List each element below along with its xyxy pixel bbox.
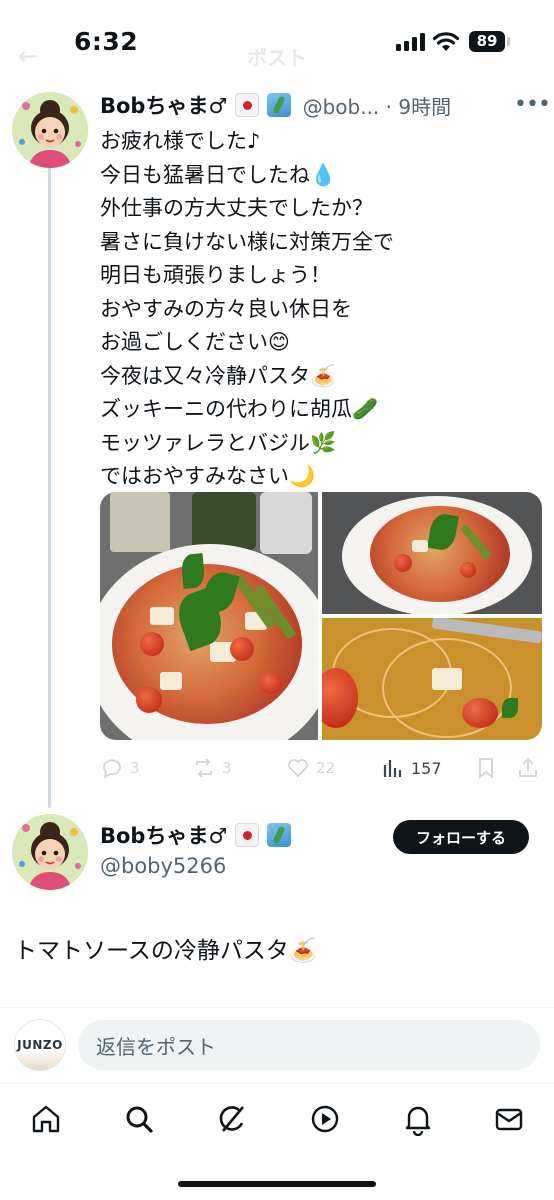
bottle [192,492,256,550]
tweet-line: 外仕事の方大丈夫でしたか？ [100,196,373,220]
like-button[interactable]: 22 [286,754,335,782]
tomato [136,687,162,713]
media-grid [100,492,542,740]
messages-icon [495,1108,523,1131]
more-options-icon[interactable]: ••• [514,92,551,117]
repost-count: 3 [222,759,232,777]
reply-count: 3 [130,759,140,777]
heart-icon [288,759,308,778]
tweet-line: おやすみの方々良い休日を [100,296,352,321]
glass [110,492,170,552]
tweet-line: ではおやすみなさい🌙 [100,464,316,488]
tomato [230,637,254,661]
repost-button[interactable]: 3 [192,754,232,782]
tweet-line: ズッキーニの代わりに胡瓜🥒 [100,397,379,421]
japan-flag-icon [235,93,260,117]
main-post-text: トマトソースの冷静パスタ🍝 [14,938,318,964]
pasta-photo-3[interactable] [322,618,542,740]
cheese [160,672,182,690]
tomato [462,698,498,728]
reply-button[interactable]: 3 [100,754,140,782]
author-handle[interactable]: @boby5266 [100,854,226,878]
views-button[interactable]: 157 [381,754,442,782]
reply-icon [103,759,121,779]
tweet-line: 暑さに負けない様に対策万全で [100,229,394,254]
tweet-line: 明日も頑張りましょう！ [100,263,331,287]
video-icon [311,1105,339,1133]
tab-notifications[interactable] [401,1102,435,1137]
views-icon [383,760,402,777]
cheese [150,607,174,625]
tweet-line: お過ごしください😊 [100,330,290,354]
notifications-icon [405,1106,431,1137]
share-button[interactable] [516,754,540,782]
tab-video[interactable] [308,1102,342,1136]
avatar[interactable] [12,814,88,890]
tab-grok[interactable] [215,1102,249,1136]
tweet-actions: 3 3 22 157 [100,754,544,782]
japan-map-icon [267,93,292,117]
tweet-header: Bobちゃま♂ @bob... · 9時間 [100,90,544,120]
reply-input[interactable]: 返信をポスト [78,1020,540,1070]
home-indicator [178,1181,376,1187]
bookmark-button[interactable] [474,754,498,782]
cheese [432,668,462,690]
pasta-photo-2[interactable] [322,492,542,614]
tweet-text: お疲れ様でした♪ 今日も猛暑日でしたね💧 外仕事の方大丈夫でしたか？ 暑さに負け… [100,125,540,494]
tweet-line: 今夜は又々冷静パスタ🍝 [100,363,337,388]
share-icon [519,757,537,777]
avatar[interactable] [12,92,88,168]
thread-line [48,166,51,808]
tweet-line: モッツァレラとバジル🌿 [100,430,337,455]
tweet-line: お疲れ様でした♪ [100,129,261,153]
tab-messages[interactable] [492,1102,526,1136]
display-name[interactable]: Bobちゃま♂ [100,90,227,120]
cheese [412,540,428,552]
tomato [460,562,476,578]
divider [0,1007,554,1008]
avatar-illustration [12,814,88,890]
header-title: ポスト [247,46,307,70]
tomato [394,554,412,572]
tomato [140,632,164,656]
view-count: 157 [411,758,442,778]
basil-leaf [502,698,518,718]
post-header: ← ポスト [0,40,554,70]
tweet-line: 今日も猛暑日でしたね💧 [100,162,337,187]
home-icon [32,1105,60,1133]
tab-home[interactable] [29,1102,63,1136]
avatar-illustration [12,92,88,168]
bookmark-icon [479,758,493,779]
bottle [260,492,312,554]
my-avatar[interactable]: JUNZO [14,1019,66,1071]
tomato [260,672,282,694]
like-count: 22 [316,759,336,777]
author-name-row: Bobちゃま♂ [100,820,292,850]
repost-icon [196,758,212,778]
tab-search[interactable] [122,1102,156,1136]
handle-and-time[interactable]: @bob... · 9時間 [303,91,452,120]
japan-map-icon [267,823,292,847]
pasta-photo-1[interactable] [100,492,318,740]
grok-icon [219,1106,244,1132]
follow-button[interactable]: フォローする [393,820,529,854]
search-icon [126,1106,153,1133]
japan-flag-icon [235,823,260,847]
display-name[interactable]: Bobちゃま♂ [100,820,227,850]
